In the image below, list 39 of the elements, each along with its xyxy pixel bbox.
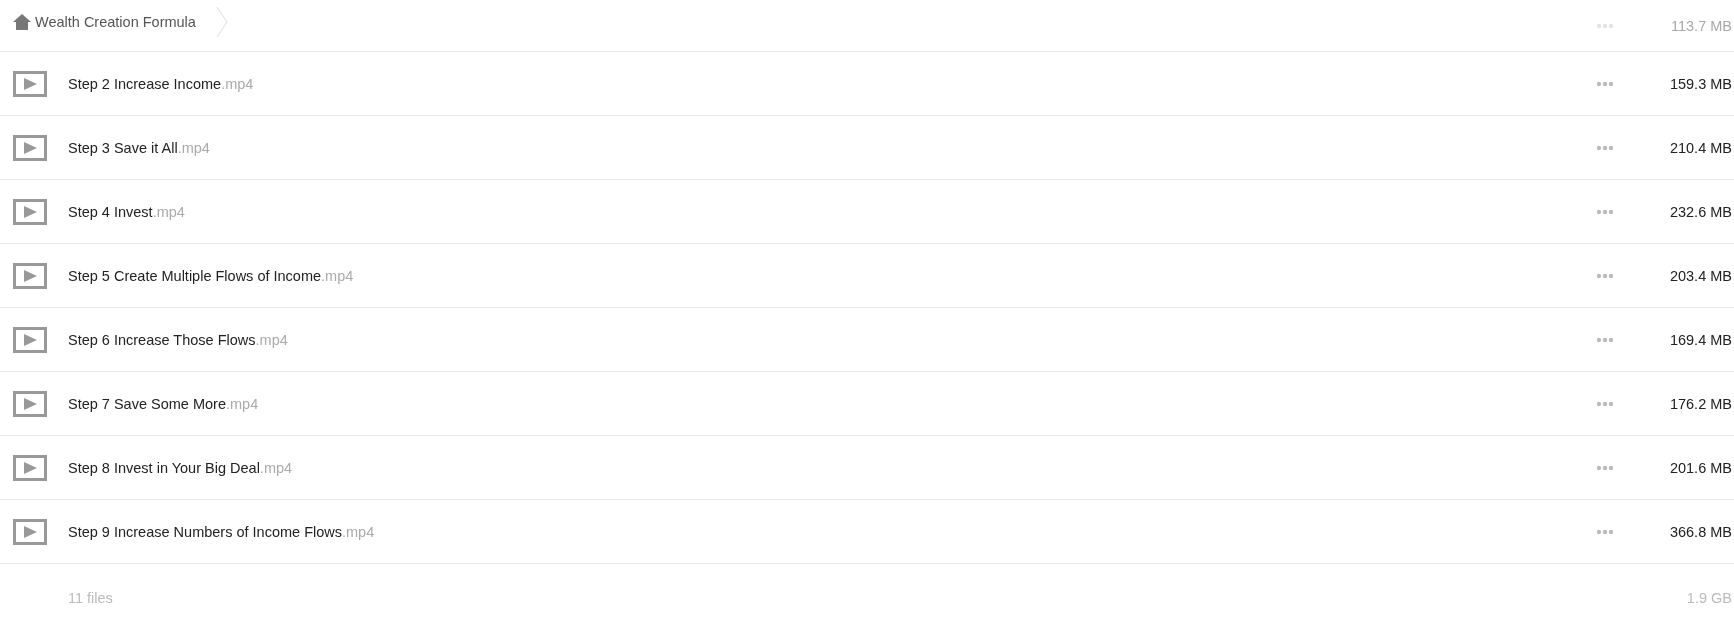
file-count: 11 files	[68, 590, 113, 606]
video-file-icon	[13, 70, 47, 97]
file-name[interactable]: Step 8 Invest in Your Big Deal.mp4	[68, 459, 1596, 476]
video-file-icon	[13, 326, 47, 353]
file-size: 169.4 MB	[1669, 331, 1732, 348]
file-name[interactable]: Step 6 Increase Those Flows.mp4	[68, 331, 1596, 348]
file-size: 366.8 MB	[1669, 523, 1732, 540]
more-icon[interactable]	[1596, 528, 1614, 535]
file-size: 210.4 MB	[1669, 139, 1732, 156]
more-icon[interactable]	[1596, 464, 1614, 471]
file-size: 176.2 MB	[1669, 395, 1732, 412]
more-icon[interactable]	[1596, 80, 1614, 87]
breadcrumb-link[interactable]: Wealth Creation Formula	[35, 14, 196, 30]
total-size: 1.9 GB	[1686, 590, 1732, 606]
file-size: 203.4 MB	[1669, 267, 1732, 284]
file-size: 159.3 MB	[1669, 75, 1732, 92]
video-file-icon	[13, 262, 47, 289]
chevron-icon	[215, 6, 228, 38]
more-icon[interactable]	[1596, 336, 1614, 343]
video-file-icon	[13, 454, 47, 481]
video-file-icon	[13, 198, 47, 225]
file-name[interactable]: Step 2 Increase Income.mp4	[68, 75, 1596, 92]
file-name[interactable]: Step 5 Create Multiple Flows of Income.mp4	[68, 267, 1596, 284]
more-icon[interactable]	[1596, 144, 1614, 151]
video-file-icon	[13, 390, 47, 417]
more-icon[interactable]	[1596, 208, 1614, 215]
more-icon[interactable]	[1596, 22, 1614, 29]
file-name[interactable]: Step 9 Increase Numbers of Income Flows.mp4	[68, 523, 1596, 540]
file-name[interactable]: Step 3 Save it All.mp4	[68, 139, 1596, 156]
more-icon[interactable]	[1596, 272, 1614, 279]
home-icon[interactable]	[13, 14, 31, 30]
video-file-icon	[13, 134, 47, 161]
file-name[interactable]: Step 4 Invest.mp4	[68, 203, 1596, 220]
file-size: 232.6 MB	[1669, 203, 1732, 220]
more-icon[interactable]	[1596, 400, 1614, 407]
file-size: 113.7 MB	[1671, 17, 1732, 34]
file-name[interactable]: Step 7 Save Some More.mp4	[68, 395, 1596, 412]
video-file-icon	[13, 518, 47, 545]
file-size: 201.6 MB	[1669, 459, 1732, 476]
